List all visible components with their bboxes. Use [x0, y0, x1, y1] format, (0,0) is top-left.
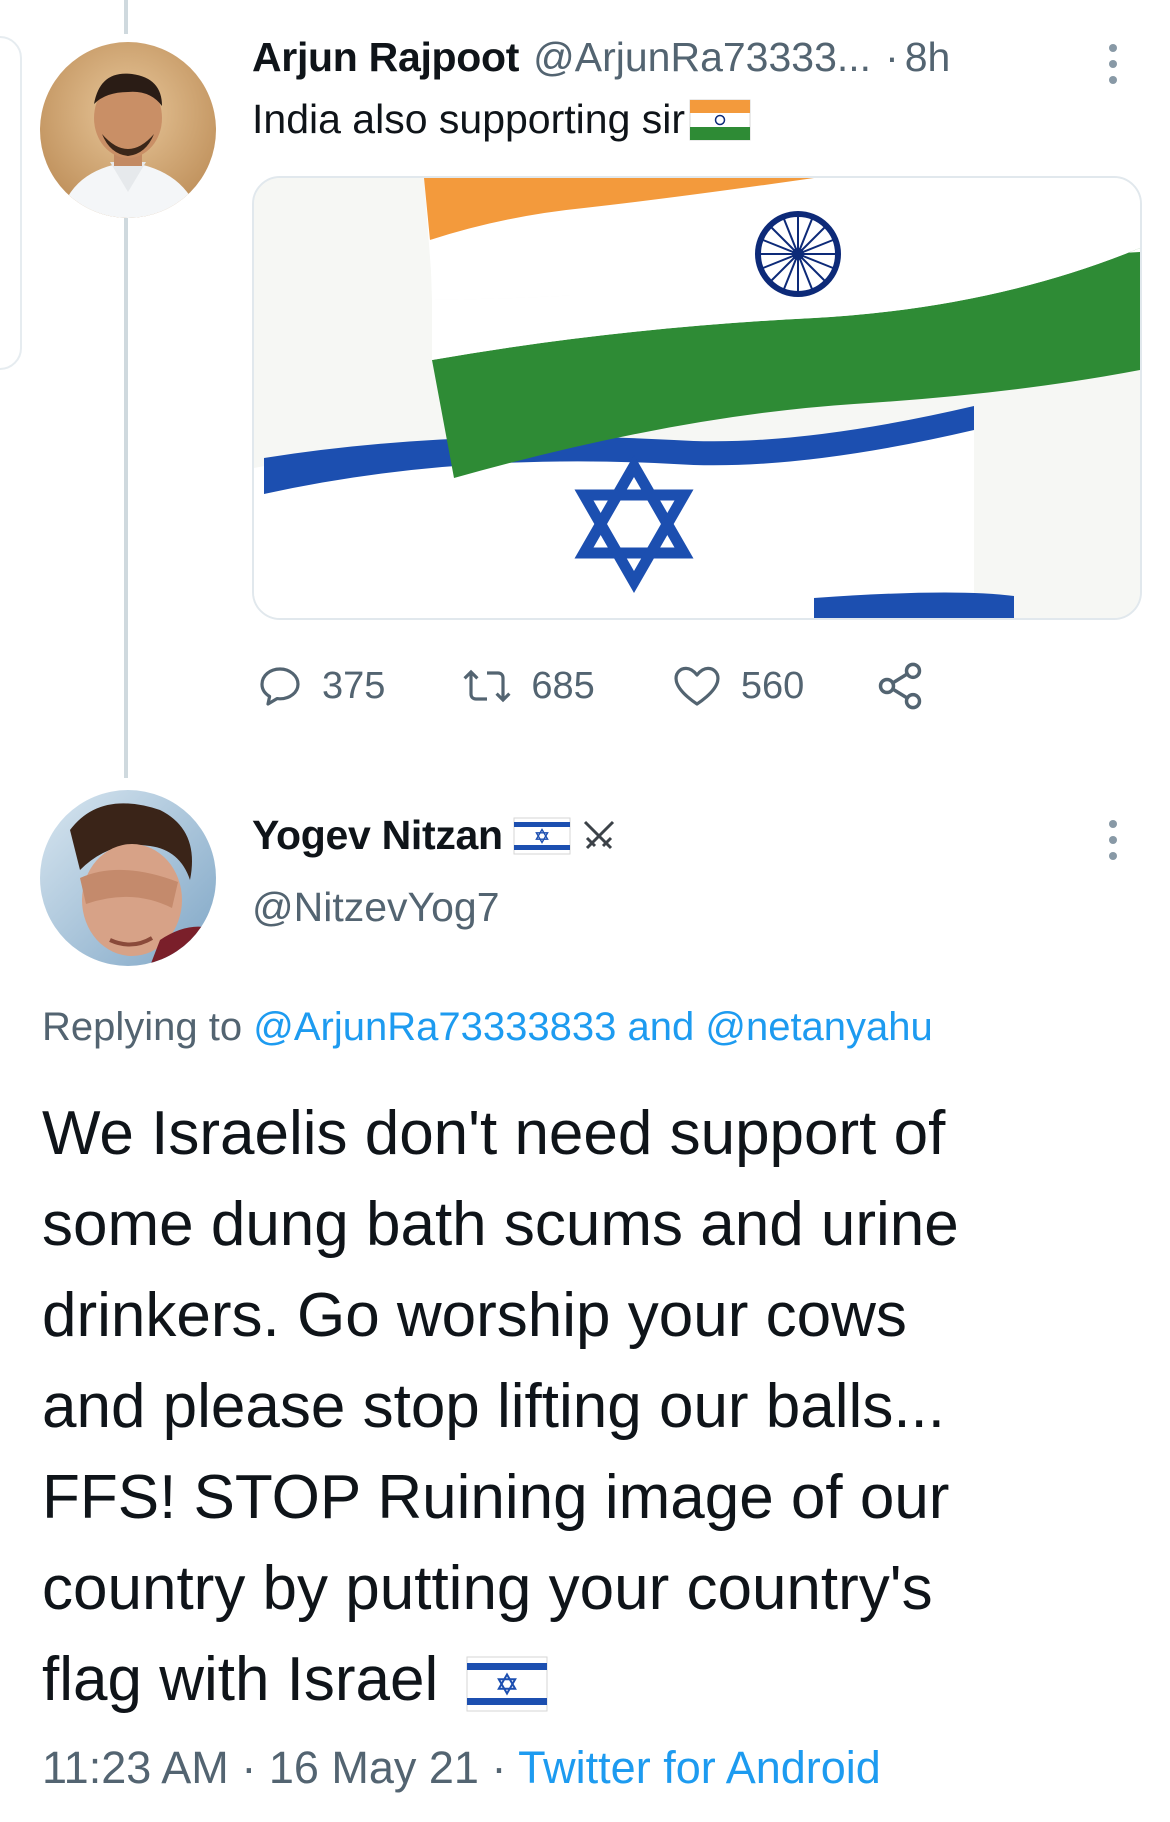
tweet-time[interactable]: 8h — [905, 34, 951, 81]
like-button[interactable]: 560 — [671, 662, 804, 710]
avatar-yogev-photo — [40, 790, 216, 966]
avatar-yogev[interactable] — [40, 790, 216, 966]
share-button[interactable] — [874, 660, 926, 712]
display-name[interactable]: Yogev Nitzan — [252, 812, 503, 859]
tweet1-text-content: India also supporting sir — [252, 96, 686, 142]
tweet2-handle-row: @NitzevYog7 — [252, 884, 500, 931]
reply-icon — [260, 667, 300, 706]
replying-user-link[interactable]: @netanyahu — [705, 1005, 932, 1049]
tweet-date[interactable]: 16 May 21 — [269, 1742, 479, 1793]
like-icon — [674, 666, 720, 706]
tweet1-text: India also supporting sir — [252, 96, 751, 143]
tweet-text-line-last: flag with Israel — [42, 1634, 1152, 1725]
retweet-icon — [463, 669, 511, 703]
avatar-arjun-photo — [40, 42, 216, 218]
replying-to: Replying to @ArjunRa73333833 and @netany… — [42, 1005, 933, 1050]
tweet-text-line: and please stop lifting our balls... — [42, 1372, 945, 1441]
more-icon[interactable] — [1106, 44, 1120, 92]
tweet2-header: Yogev Nitzan — [252, 812, 619, 859]
footer-separator: · — [241, 1742, 257, 1793]
flags-image — [254, 178, 1140, 618]
avatar-arjun[interactable] — [40, 42, 216, 218]
tweet2-text: We Israelis don't need support of some d… — [42, 1088, 1152, 1725]
tweet-timestamp[interactable]: 11:23 AM — [42, 1742, 229, 1793]
footer-separator: · — [491, 1742, 507, 1793]
tweet1-actions: 375 685 560 — [256, 660, 926, 712]
display-name[interactable]: Arjun Rajpoot — [252, 34, 519, 81]
user-handle[interactable]: @ArjunRa73333... — [533, 34, 871, 81]
replying-user-link[interactable]: @ArjunRa73333833 — [253, 1005, 616, 1049]
reply-button[interactable]: 375 — [256, 662, 385, 710]
more-icon[interactable] — [1106, 820, 1120, 868]
tweet-text-line: country by putting your country's — [42, 1554, 933, 1623]
israel-flag-emoji-icon — [513, 817, 571, 854]
like-count: 560 — [740, 664, 805, 707]
tweet-text-line: FFS! STOP Ruining image of our — [42, 1463, 950, 1532]
tweet2-footer: 11:23 AM · 16 May 21 · Twitter for Andro… — [42, 1742, 881, 1794]
tweet-text-line: some dung bath scums and urine — [42, 1190, 959, 1259]
india-flag-emoji-icon — [689, 99, 751, 140]
thread-line-top — [124, 0, 128, 34]
israel-flag-emoji-icon — [466, 1656, 548, 1712]
side-card-edge — [0, 36, 22, 370]
tweet1-media[interactable] — [252, 176, 1142, 620]
crossed-swords-emoji-icon — [583, 820, 614, 849]
replying-label: Replying to — [42, 1005, 243, 1049]
tweet-text-line: drinkers. Go worship your cows — [42, 1281, 907, 1350]
tweet-text-line: flag with Israel — [42, 1645, 439, 1714]
replying-and: and — [627, 1005, 695, 1049]
retweet-button[interactable]: 685 — [461, 662, 595, 710]
tweet1-header: Arjun Rajpoot @ArjunRa73333... · 8h — [252, 34, 950, 81]
thread-line — [124, 218, 128, 778]
tweet-source-link[interactable]: Twitter for Android — [518, 1742, 881, 1793]
share-icon — [878, 662, 922, 710]
retweet-count: 685 — [531, 664, 595, 707]
tweet-text-line: We Israelis don't need support of — [42, 1099, 946, 1168]
reply-count: 375 — [322, 664, 386, 707]
separator-dot: · — [885, 34, 899, 80]
user-handle[interactable]: @NitzevYog7 — [252, 884, 500, 931]
